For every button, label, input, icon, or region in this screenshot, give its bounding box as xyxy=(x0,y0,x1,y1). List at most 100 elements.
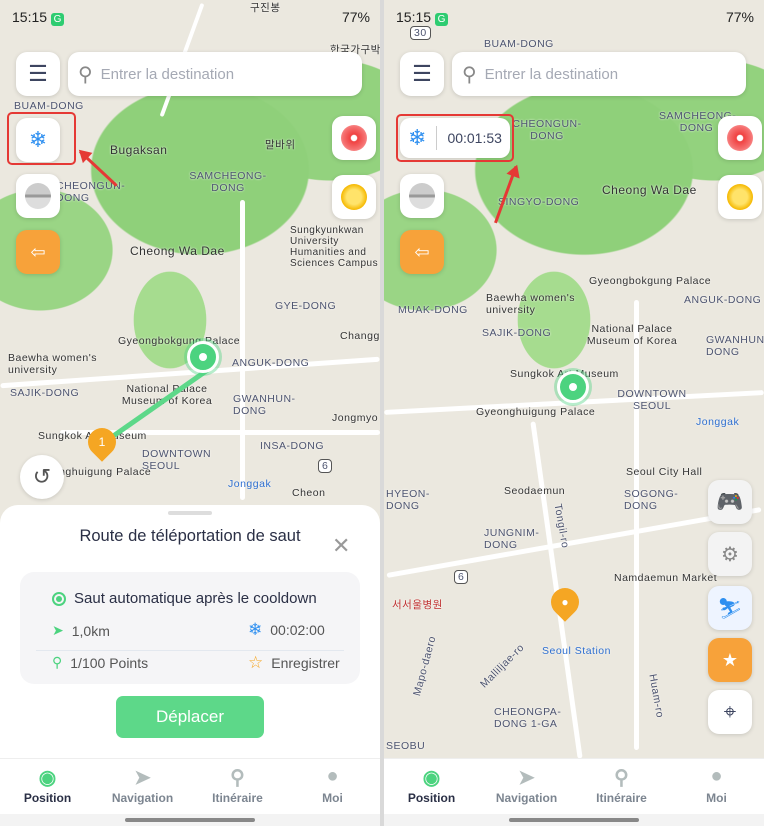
tab-navigation[interactable]: ➤ Navigation xyxy=(95,759,190,814)
map-label: Jongmyo xyxy=(332,412,379,424)
current-location-marker[interactable] xyxy=(557,371,589,403)
destination-pin[interactable]: ● xyxy=(545,582,585,622)
location-pin-icon: ◉ xyxy=(422,767,441,789)
map-label: DOWNTOWN SEOUL xyxy=(142,448,212,472)
refresh-icon: ↺ xyxy=(32,464,52,489)
route-icon: ⚲ xyxy=(614,767,629,789)
import-folder-button[interactable]: ⇦ xyxy=(400,230,444,274)
map-label: HYEON-DONG xyxy=(386,488,430,512)
app-notification-icon: G xyxy=(51,13,65,26)
search-input[interactable]: ⚲ Entrer la destination xyxy=(452,52,746,96)
status-bar: 15:15 G 77% xyxy=(12,9,370,26)
map-label: GWANHUN-DONG xyxy=(233,393,296,417)
map-label: INSA-DONG xyxy=(260,440,325,452)
user-icon: ● xyxy=(710,765,723,787)
cooldown-value: 00:02:00 xyxy=(270,622,325,638)
route-bottom-sheet: Route de téléportation de saut ✕ Saut au… xyxy=(0,505,380,765)
map-label: Mapo-daero xyxy=(411,634,439,698)
pokeball-button[interactable] xyxy=(16,174,60,218)
map-label: Gyeonghuigung Palace xyxy=(476,406,596,418)
menu-button[interactable]: ☰ xyxy=(400,52,444,96)
star-icon: ☆ xyxy=(248,653,264,672)
route-point-pin[interactable]: 1 xyxy=(82,422,122,462)
map-label: 서서울병원 xyxy=(392,599,443,611)
map-label: Cheong Wa Dae xyxy=(130,244,225,258)
search-placeholder: Entrer la destination xyxy=(484,65,619,83)
joystick-button[interactable]: 🎮 xyxy=(708,480,752,524)
pokeball-button[interactable] xyxy=(400,174,444,218)
location-pin-icon: ◉ xyxy=(38,767,57,789)
bottom-tab-bar: ◉ Position ➤ Navigation ⚲ Itinéraire ● Moi xyxy=(0,758,380,814)
coin-icon xyxy=(727,184,753,210)
search-icon: ⚲ xyxy=(462,63,477,86)
map-label: Seoul Station xyxy=(542,645,611,657)
map-label: Jonggak xyxy=(228,478,272,490)
paper-plane-icon: ➤ xyxy=(518,767,535,789)
coin-button[interactable] xyxy=(332,175,376,219)
phone-screen-right: BUAM-DONG CHEONGUN-DONG SAMCHEONG-DONG C… xyxy=(384,0,764,826)
search-input[interactable]: ⚲ Entrer la destination xyxy=(68,52,362,96)
search-icon: ⚲ xyxy=(78,63,93,86)
radar-button[interactable] xyxy=(332,116,376,160)
coin-icon xyxy=(341,184,367,210)
highlight-box xyxy=(396,114,514,162)
sport-mode-button[interactable]: ⛷ xyxy=(708,586,752,630)
robot-icon: ⚙ xyxy=(721,543,739,566)
auto-jump-option[interactable]: Saut automatique après le cooldown xyxy=(52,590,317,607)
locate-me-button[interactable]: ⌖ xyxy=(708,690,752,734)
map-label: Jonggak xyxy=(696,416,740,428)
robot-button[interactable]: ⚙ xyxy=(708,532,752,576)
radar-icon xyxy=(341,125,367,151)
map-label: Cheong Wa Dae xyxy=(602,183,697,197)
save-route-button[interactable]: ☆ Enregistrer xyxy=(248,653,340,673)
reset-button[interactable]: ↺ xyxy=(20,455,64,499)
folder-icon: ⇦ xyxy=(414,241,430,262)
auto-jump-label: Saut automatique après le cooldown xyxy=(74,590,317,607)
favorites-button[interactable]: ★ xyxy=(708,638,752,682)
map-label: SAJIK-DONG xyxy=(482,327,552,339)
route-icon: ⚲ xyxy=(230,767,245,789)
import-folder-button[interactable]: ⇦ xyxy=(16,230,60,274)
radar-button[interactable] xyxy=(718,116,762,160)
road-badge: 6 xyxy=(454,570,469,584)
tab-itineraire[interactable]: ⚲ Itinéraire xyxy=(574,759,669,814)
tab-position[interactable]: ◉ Position xyxy=(384,759,479,814)
tab-moi[interactable]: ● Moi xyxy=(285,759,380,814)
map-label: National Palace Museum of Korea xyxy=(586,323,678,347)
gamepad-icon: 🎮 xyxy=(716,489,744,514)
map-label: Changg xyxy=(340,330,380,342)
radar-icon xyxy=(727,125,753,151)
app-notification-icon: G xyxy=(435,13,449,26)
tab-itineraire[interactable]: ⚲ Itinéraire xyxy=(190,759,285,814)
map-label: Cheon xyxy=(292,487,326,499)
pokeball-icon xyxy=(25,183,51,209)
clock: 15:15 xyxy=(12,9,48,25)
map-label: MUAK-DONG xyxy=(398,304,468,316)
map-label: Bugaksan xyxy=(110,143,168,157)
close-icon[interactable]: ✕ xyxy=(332,533,350,559)
save-label: Enregistrer xyxy=(271,655,340,671)
map-label: ANGUK-DONG xyxy=(684,294,762,306)
map-label: Baewha women's university xyxy=(486,292,575,316)
map-label: Seoul City Hall xyxy=(626,466,703,478)
coin-button[interactable] xyxy=(718,175,762,219)
map-label: JUNGNIM-DONG xyxy=(484,527,540,551)
menu-button[interactable]: ☰ xyxy=(16,52,60,96)
map-label: SAJIK-DONG xyxy=(10,387,80,399)
move-button[interactable]: Déplacer xyxy=(116,696,264,738)
map-label: BUAM-DONG xyxy=(484,38,554,50)
star-icon: ★ xyxy=(721,649,739,670)
current-location-marker[interactable] xyxy=(187,341,219,373)
map-label: SINGYO-DONG xyxy=(498,196,580,208)
map-label: Huam-ro xyxy=(646,673,666,719)
road-badge: 6 xyxy=(318,459,333,473)
user-icon: ● xyxy=(326,765,339,787)
tab-position[interactable]: ◉ Position xyxy=(0,759,95,814)
drag-handle[interactable] xyxy=(168,511,212,515)
pokeball-icon xyxy=(409,183,435,209)
map-label: 말바위 xyxy=(265,139,296,151)
tab-navigation[interactable]: ➤ Navigation xyxy=(479,759,574,814)
tab-moi[interactable]: ● Moi xyxy=(669,759,764,814)
battery-level: 77% xyxy=(341,9,370,25)
status-bar: 15:15 G 77% xyxy=(396,9,754,26)
